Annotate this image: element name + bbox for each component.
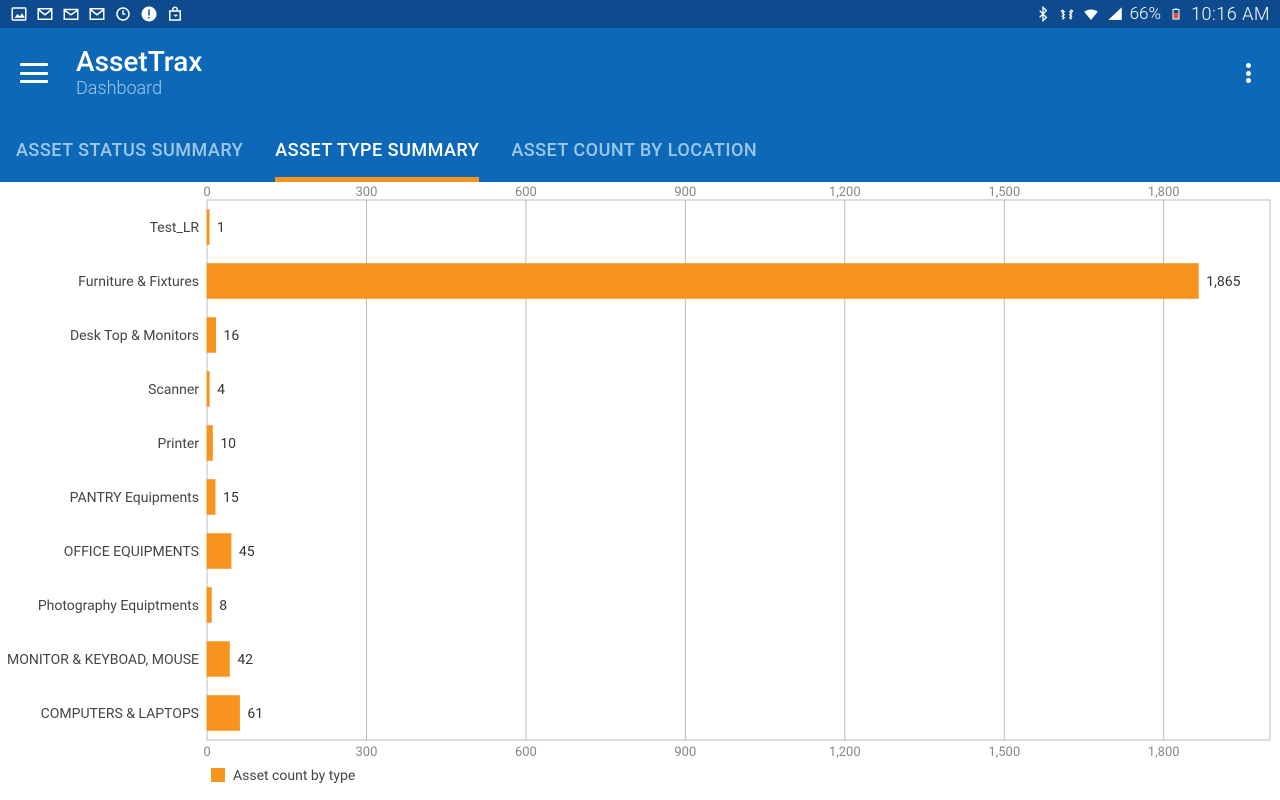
- value-label: 1,865: [1206, 274, 1240, 290]
- svg-text:0: 0: [203, 185, 210, 200]
- svg-text:1,800: 1,800: [1148, 745, 1180, 760]
- mail-send-icon: [62, 5, 80, 23]
- category-label: Desk Top & Monitors: [70, 328, 199, 344]
- gmail-icon: [36, 5, 54, 23]
- svg-text:1,200: 1,200: [829, 185, 861, 200]
- svg-text:1,500: 1,500: [988, 745, 1020, 760]
- bar: [207, 588, 211, 623]
- legend-label: Asset count by type: [233, 768, 355, 784]
- tab-asset-status-summary[interactable]: ASSET STATUS SUMMARY: [16, 118, 243, 182]
- battery-icon: [1167, 5, 1185, 23]
- signal-icon: [1106, 5, 1124, 23]
- hamburger-menu-button[interactable]: [20, 63, 48, 83]
- value-label: 8: [219, 598, 227, 614]
- android-status-bar: 66% 10:16 AM: [0, 0, 1280, 28]
- chart-area: 0 0 300 300 600 600 900 900 1,200 1,200 1,500 1,500…: [0, 182, 1280, 800]
- category-label: Test_LR: [150, 220, 200, 236]
- svg-text:600: 600: [515, 185, 537, 200]
- svg-text:900: 900: [674, 185, 696, 200]
- value-label: 42: [237, 652, 253, 668]
- value-label: 1: [217, 220, 225, 236]
- category-label: Photography Equiptments: [38, 598, 199, 614]
- category-label: Furniture & Fixtures: [78, 274, 199, 290]
- category-label: MONITOR & KEYBOAD, MOUSE: [7, 652, 199, 668]
- status-right-icons: 66% 10:16 AM: [1034, 4, 1270, 25]
- tab-label: ASSET TYPE SUMMARY: [275, 140, 479, 161]
- app-title: AssetTrax: [76, 47, 1236, 78]
- tab-asset-type-summary[interactable]: ASSET TYPE SUMMARY: [275, 118, 479, 182]
- app-bar: AssetTrax Dashboard: [0, 28, 1280, 118]
- value-label: 4: [217, 382, 225, 398]
- bar: [207, 534, 231, 569]
- svg-text:1,200: 1,200: [829, 745, 861, 760]
- bar: [207, 642, 229, 677]
- svg-text:300: 300: [355, 185, 377, 200]
- bar: [207, 426, 212, 461]
- category-label: Printer: [158, 436, 200, 452]
- tab-asset-count-by-location[interactable]: ASSET COUNT BY LOCATION: [511, 118, 757, 182]
- value-label: 15: [223, 490, 239, 506]
- status-left-icons: [10, 5, 184, 23]
- value-label: 45: [239, 544, 255, 560]
- tab-label: ASSET STATUS SUMMARY: [16, 140, 243, 161]
- bar: [207, 480, 215, 515]
- value-label: 16: [224, 328, 240, 344]
- svg-text:900: 900: [674, 745, 696, 760]
- value-label: 61: [247, 706, 263, 722]
- sync-icon: [114, 5, 132, 23]
- svg-text:0: 0: [203, 745, 210, 760]
- battery-percent: 66%: [1130, 4, 1161, 24]
- store-icon: [166, 5, 184, 23]
- bar: [207, 372, 209, 407]
- app-subtitle: Dashboard: [76, 78, 1236, 99]
- svg-text:600: 600: [515, 745, 537, 760]
- asset-type-bar-chart: 0 0 300 300 600 600 900 900 1,200 1,200 1,500 1,500…: [0, 182, 1280, 800]
- category-label: OFFICE EQUIPMENTS: [64, 544, 199, 560]
- legend-swatch: [211, 768, 225, 782]
- vibrate-icon: [1058, 5, 1076, 23]
- bluetooth-icon: [1034, 5, 1052, 23]
- overflow-menu-button[interactable]: [1236, 61, 1260, 85]
- bar: [207, 210, 209, 245]
- category-label: Scanner: [148, 382, 199, 398]
- category-label: PANTRY Equipments: [70, 490, 199, 506]
- tabs: ASSET STATUS SUMMARY ASSET TYPE SUMMARY …: [0, 118, 1280, 182]
- svg-text:1,800: 1,800: [1148, 185, 1180, 200]
- gmail-icon-2: [88, 5, 106, 23]
- tab-label: ASSET COUNT BY LOCATION: [511, 140, 757, 161]
- bar: [207, 264, 1198, 299]
- status-time: 10:16 AM: [1191, 4, 1270, 25]
- bar: [207, 318, 216, 353]
- svg-text:1,500: 1,500: [988, 185, 1020, 200]
- value-label: 10: [220, 436, 236, 452]
- svg-text:300: 300: [355, 745, 377, 760]
- alert-icon: [140, 5, 158, 23]
- image-icon: [10, 5, 28, 23]
- wifi-icon: [1082, 5, 1100, 23]
- category-label: COMPUTERS & LAPTOPS: [41, 706, 199, 722]
- bar: [207, 696, 239, 731]
